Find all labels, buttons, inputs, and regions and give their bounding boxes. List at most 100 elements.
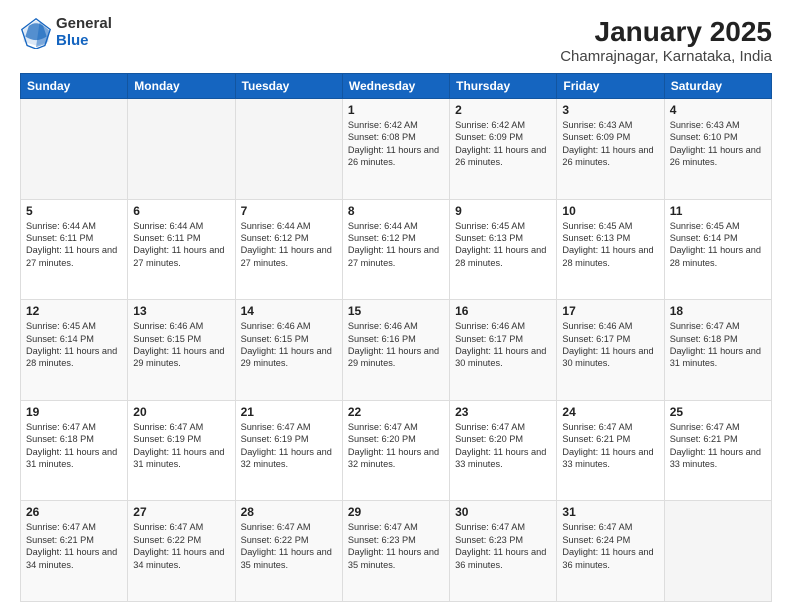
weekday-header-sunday: Sunday	[21, 74, 128, 99]
cell-details: Sunrise: 6:46 AMSunset: 6:17 PMDaylight:…	[455, 320, 551, 370]
calendar-table: SundayMondayTuesdayWednesdayThursdayFrid…	[20, 73, 772, 602]
day-number: 20	[133, 405, 229, 419]
calendar-cell: 22 Sunrise: 6:47 AMSunset: 6:20 PMDayligh…	[342, 400, 449, 501]
logo-text: General Blue	[56, 16, 112, 49]
day-number: 30	[455, 505, 551, 519]
weekday-header-friday: Friday	[557, 74, 664, 99]
day-number: 13	[133, 304, 229, 318]
calendar-cell: 10Sunrise: 6:45 AMSunset: 6:13 PMDayligh…	[557, 199, 664, 300]
cell-details: Sunrise: 6:46 AMSunset: 6:15 PMDaylight:…	[133, 320, 229, 370]
calendar-cell: 27 Sunrise: 6:47 AMSunset: 6:22 PMDayligh…	[128, 501, 235, 602]
day-number: 28	[241, 505, 337, 519]
calendar-cell: 1Sunrise: 6:42 AMSunset: 6:08 PMDaylight…	[342, 99, 449, 200]
weekday-header-thursday: Thursday	[450, 74, 557, 99]
calendar-cell: 2Sunrise: 6:42 AMSunset: 6:09 PMDaylight…	[450, 99, 557, 200]
cell-details: Sunrise: 6:47 AMSunset: 6:22 PMDaylight:…	[133, 521, 229, 571]
calendar-cell: 11Sunrise: 6:45 AMSunset: 6:14 PMDayligh…	[664, 199, 771, 300]
day-number: 14	[241, 304, 337, 318]
week-row-0: 1Sunrise: 6:42 AMSunset: 6:08 PMDaylight…	[21, 99, 772, 200]
weekday-row: SundayMondayTuesdayWednesdayThursdayFrid…	[21, 74, 772, 99]
day-number: 26	[26, 505, 122, 519]
calendar-cell: 4Sunrise: 6:43 AMSunset: 6:10 PMDaylight…	[664, 99, 771, 200]
day-number: 23	[455, 405, 551, 419]
day-number: 25	[670, 405, 766, 419]
logo-icon	[20, 17, 52, 49]
cell-details: Sunrise: 6:46 AMSunset: 6:16 PMDaylight:…	[348, 320, 444, 370]
calendar-cell: 26 Sunrise: 6:47 AMSunset: 6:21 PMDayligh…	[21, 501, 128, 602]
calendar-cell: 30 Sunrise: 6:47 AMSunset: 6:23 PMDayligh…	[450, 501, 557, 602]
cell-details: Sunrise: 6:45 AMSunset: 6:14 PMDaylight:…	[26, 320, 122, 370]
cell-details: Sunrise: 6:47 AMSunset: 6:21 PMDaylight:…	[26, 521, 122, 571]
calendar-cell	[21, 99, 128, 200]
calendar-cell	[664, 501, 771, 602]
cell-details: Sunrise: 6:42 AMSunset: 6:09 PMDaylight:…	[455, 119, 551, 169]
cell-details: Sunrise: 6:47 AMSunset: 6:21 PMDaylight:…	[670, 421, 766, 471]
weekday-header-wednesday: Wednesday	[342, 74, 449, 99]
week-row-1: 5Sunrise: 6:44 AMSunset: 6:11 PMDaylight…	[21, 199, 772, 300]
calendar-cell: 17Sunrise: 6:46 AMSunset: 6:17 PMDayligh…	[557, 300, 664, 401]
day-number: 16	[455, 304, 551, 318]
calendar-cell: 20 Sunrise: 6:47 AMSunset: 6:19 PMDayligh…	[128, 400, 235, 501]
cell-details: Sunrise: 6:47 AMSunset: 6:23 PMDaylight:…	[455, 521, 551, 571]
calendar-cell: 6Sunrise: 6:44 AMSunset: 6:11 PMDaylight…	[128, 199, 235, 300]
weekday-header-saturday: Saturday	[664, 74, 771, 99]
calendar-cell: 15 Sunrise: 6:46 AMSunset: 6:16 PMDayligh…	[342, 300, 449, 401]
day-number: 7	[241, 204, 337, 218]
day-number: 29	[348, 505, 444, 519]
calendar-cell: 5Sunrise: 6:44 AMSunset: 6:11 PMDaylight…	[21, 199, 128, 300]
calendar-cell: 8 Sunrise: 6:44 AMSunset: 6:12 PMDaylight…	[342, 199, 449, 300]
weekday-header-monday: Monday	[128, 74, 235, 99]
calendar-cell: 18 Sunrise: 6:47 AMSunset: 6:18 PMDayligh…	[664, 300, 771, 401]
header: General Blue January 2025 Chamrajnagar, …	[20, 16, 772, 65]
day-number: 3	[562, 103, 658, 117]
day-number: 11	[670, 204, 766, 218]
calendar-title: January 2025	[560, 16, 772, 48]
cell-details: Sunrise: 6:47 AMSunset: 6:22 PMDaylight:…	[241, 521, 337, 571]
calendar-cell: 12 Sunrise: 6:45 AMSunset: 6:14 PMDayligh…	[21, 300, 128, 401]
cell-details: Sunrise: 6:46 AMSunset: 6:15 PMDaylight:…	[241, 320, 337, 370]
cell-details: Sunrise: 6:47 AMSunset: 6:21 PMDaylight:…	[562, 421, 658, 471]
calendar-cell: 14 Sunrise: 6:46 AMSunset: 6:15 PMDayligh…	[235, 300, 342, 401]
day-number: 18	[670, 304, 766, 318]
week-row-2: 12 Sunrise: 6:45 AMSunset: 6:14 PMDayligh…	[21, 300, 772, 401]
calendar-cell: 31Sunrise: 6:47 AMSunset: 6:24 PMDayligh…	[557, 501, 664, 602]
day-number: 4	[670, 103, 766, 117]
cell-details: Sunrise: 6:47 AMSunset: 6:20 PMDaylight:…	[348, 421, 444, 471]
day-number: 19	[26, 405, 122, 419]
calendar-cell: 19Sunrise: 6:47 AMSunset: 6:18 PMDayligh…	[21, 400, 128, 501]
calendar-cell	[128, 99, 235, 200]
calendar-cell: 24 Sunrise: 6:47 AMSunset: 6:21 PMDayligh…	[557, 400, 664, 501]
calendar-cell: 28 Sunrise: 6:47 AMSunset: 6:22 PMDayligh…	[235, 501, 342, 602]
day-number: 21	[241, 405, 337, 419]
calendar-cell: 25 Sunrise: 6:47 AMSunset: 6:21 PMDayligh…	[664, 400, 771, 501]
cell-details: Sunrise: 6:47 AMSunset: 6:23 PMDaylight:…	[348, 521, 444, 571]
cell-details: Sunrise: 6:44 AMSunset: 6:12 PMDaylight:…	[348, 220, 444, 270]
day-number: 12	[26, 304, 122, 318]
calendar-cell: 3 Sunrise: 6:43 AMSunset: 6:09 PMDaylight…	[557, 99, 664, 200]
cell-details: Sunrise: 6:47 AMSunset: 6:24 PMDaylight:…	[562, 521, 658, 571]
cell-details: Sunrise: 6:42 AMSunset: 6:08 PMDaylight:…	[348, 119, 444, 169]
logo: General Blue	[20, 16, 112, 49]
day-number: 22	[348, 405, 444, 419]
cell-details: Sunrise: 6:43 AMSunset: 6:09 PMDaylight:…	[562, 119, 658, 169]
calendar-cell: 21Sunrise: 6:47 AMSunset: 6:19 PMDayligh…	[235, 400, 342, 501]
day-number: 5	[26, 204, 122, 218]
calendar-cell: 7 Sunrise: 6:44 AMSunset: 6:12 PMDaylight…	[235, 199, 342, 300]
day-number: 15	[348, 304, 444, 318]
cell-details: Sunrise: 6:44 AMSunset: 6:12 PMDaylight:…	[241, 220, 337, 270]
day-number: 24	[562, 405, 658, 419]
calendar-cell: 16 Sunrise: 6:46 AMSunset: 6:17 PMDayligh…	[450, 300, 557, 401]
logo-general: General	[56, 16, 112, 33]
calendar-body: 1Sunrise: 6:42 AMSunset: 6:08 PMDaylight…	[21, 99, 772, 602]
calendar-cell: 9Sunrise: 6:45 AMSunset: 6:13 PMDaylight…	[450, 199, 557, 300]
day-number: 10	[562, 204, 658, 218]
cell-details: Sunrise: 6:47 AMSunset: 6:18 PMDaylight:…	[670, 320, 766, 370]
calendar-cell: 29 Sunrise: 6:47 AMSunset: 6:23 PMDayligh…	[342, 501, 449, 602]
calendar-cell	[235, 99, 342, 200]
cell-details: Sunrise: 6:47 AMSunset: 6:19 PMDaylight:…	[133, 421, 229, 471]
day-number: 27	[133, 505, 229, 519]
cell-details: Sunrise: 6:47 AMSunset: 6:20 PMDaylight:…	[455, 421, 551, 471]
day-number: 9	[455, 204, 551, 218]
day-number: 8	[348, 204, 444, 218]
day-number: 6	[133, 204, 229, 218]
